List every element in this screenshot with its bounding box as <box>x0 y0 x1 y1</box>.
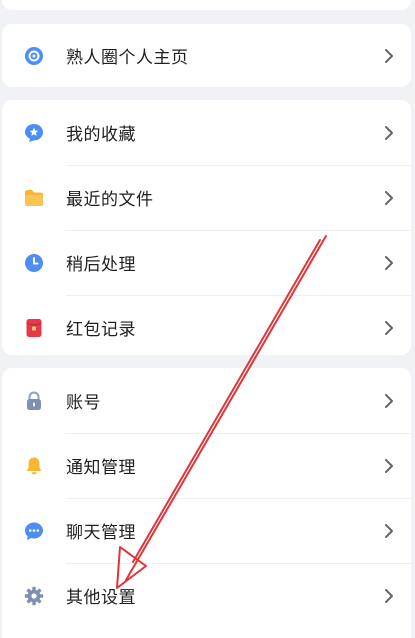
chevron-right-icon <box>385 458 393 473</box>
menu-card-top-partial <box>2 0 411 10</box>
menu-item-label: 账号 <box>66 393 101 413</box>
chevron-right-icon <box>385 523 393 538</box>
menu-item-moments-profile[interactable]: 熟人圈个人主页 <box>2 24 411 87</box>
menu-item-chat-management[interactable]: 聊天管理 <box>2 498 411 563</box>
menu-item-account[interactable]: 账号 <box>2 368 411 433</box>
menu-item-label: 稍后处理 <box>66 255 136 275</box>
bell-icon <box>26 457 42 474</box>
chevron-right-icon <box>385 588 393 603</box>
menu-item-label: 熟人圈个人主页 <box>66 48 189 68</box>
menu-item-red-envelope-records[interactable]: 红包记录 <box>2 295 411 355</box>
menu-item-other-settings[interactable]: 其他设置 <box>2 563 411 628</box>
red-envelope-icon <box>26 318 42 337</box>
star-icon <box>25 123 43 142</box>
menu-group-3: 账号 通知管理 聊天管理 其他设置 <box>2 368 411 638</box>
lock-icon <box>27 390 41 410</box>
menu-item-label: 聊天管理 <box>66 523 136 543</box>
menu-item-recent-files[interactable]: 最近的文件 <box>2 165 411 230</box>
chevron-right-icon <box>385 320 393 335</box>
menu-item-later[interactable]: 稍后处理 <box>2 230 411 295</box>
gear-icon <box>24 586 44 605</box>
menu-item-favorites[interactable]: 我的收藏 <box>2 100 411 165</box>
chevron-right-icon <box>385 393 393 408</box>
menu-item-label: 最近的文件 <box>66 190 154 210</box>
menu-group-1: 熟人圈个人主页 <box>2 24 411 87</box>
chevron-right-icon <box>385 190 393 205</box>
folder-icon <box>25 189 43 206</box>
menu-item-label: 通知管理 <box>66 458 136 478</box>
chevron-right-icon <box>385 125 393 140</box>
menu-group-2: 我的收藏 最近的文件 稍后处理 红包记录 <box>2 100 411 355</box>
chat-bubble-icon <box>25 522 43 540</box>
chevron-right-icon <box>385 255 393 270</box>
menu-item-label: 我的收藏 <box>66 125 136 145</box>
chevron-right-icon <box>385 48 393 63</box>
menu-item-notification-management[interactable]: 通知管理 <box>2 433 411 498</box>
menu-item-label: 其他设置 <box>66 588 136 608</box>
clock-icon <box>25 253 43 272</box>
moments-icon <box>25 46 43 65</box>
menu-item-label: 红包记录 <box>66 320 136 340</box>
